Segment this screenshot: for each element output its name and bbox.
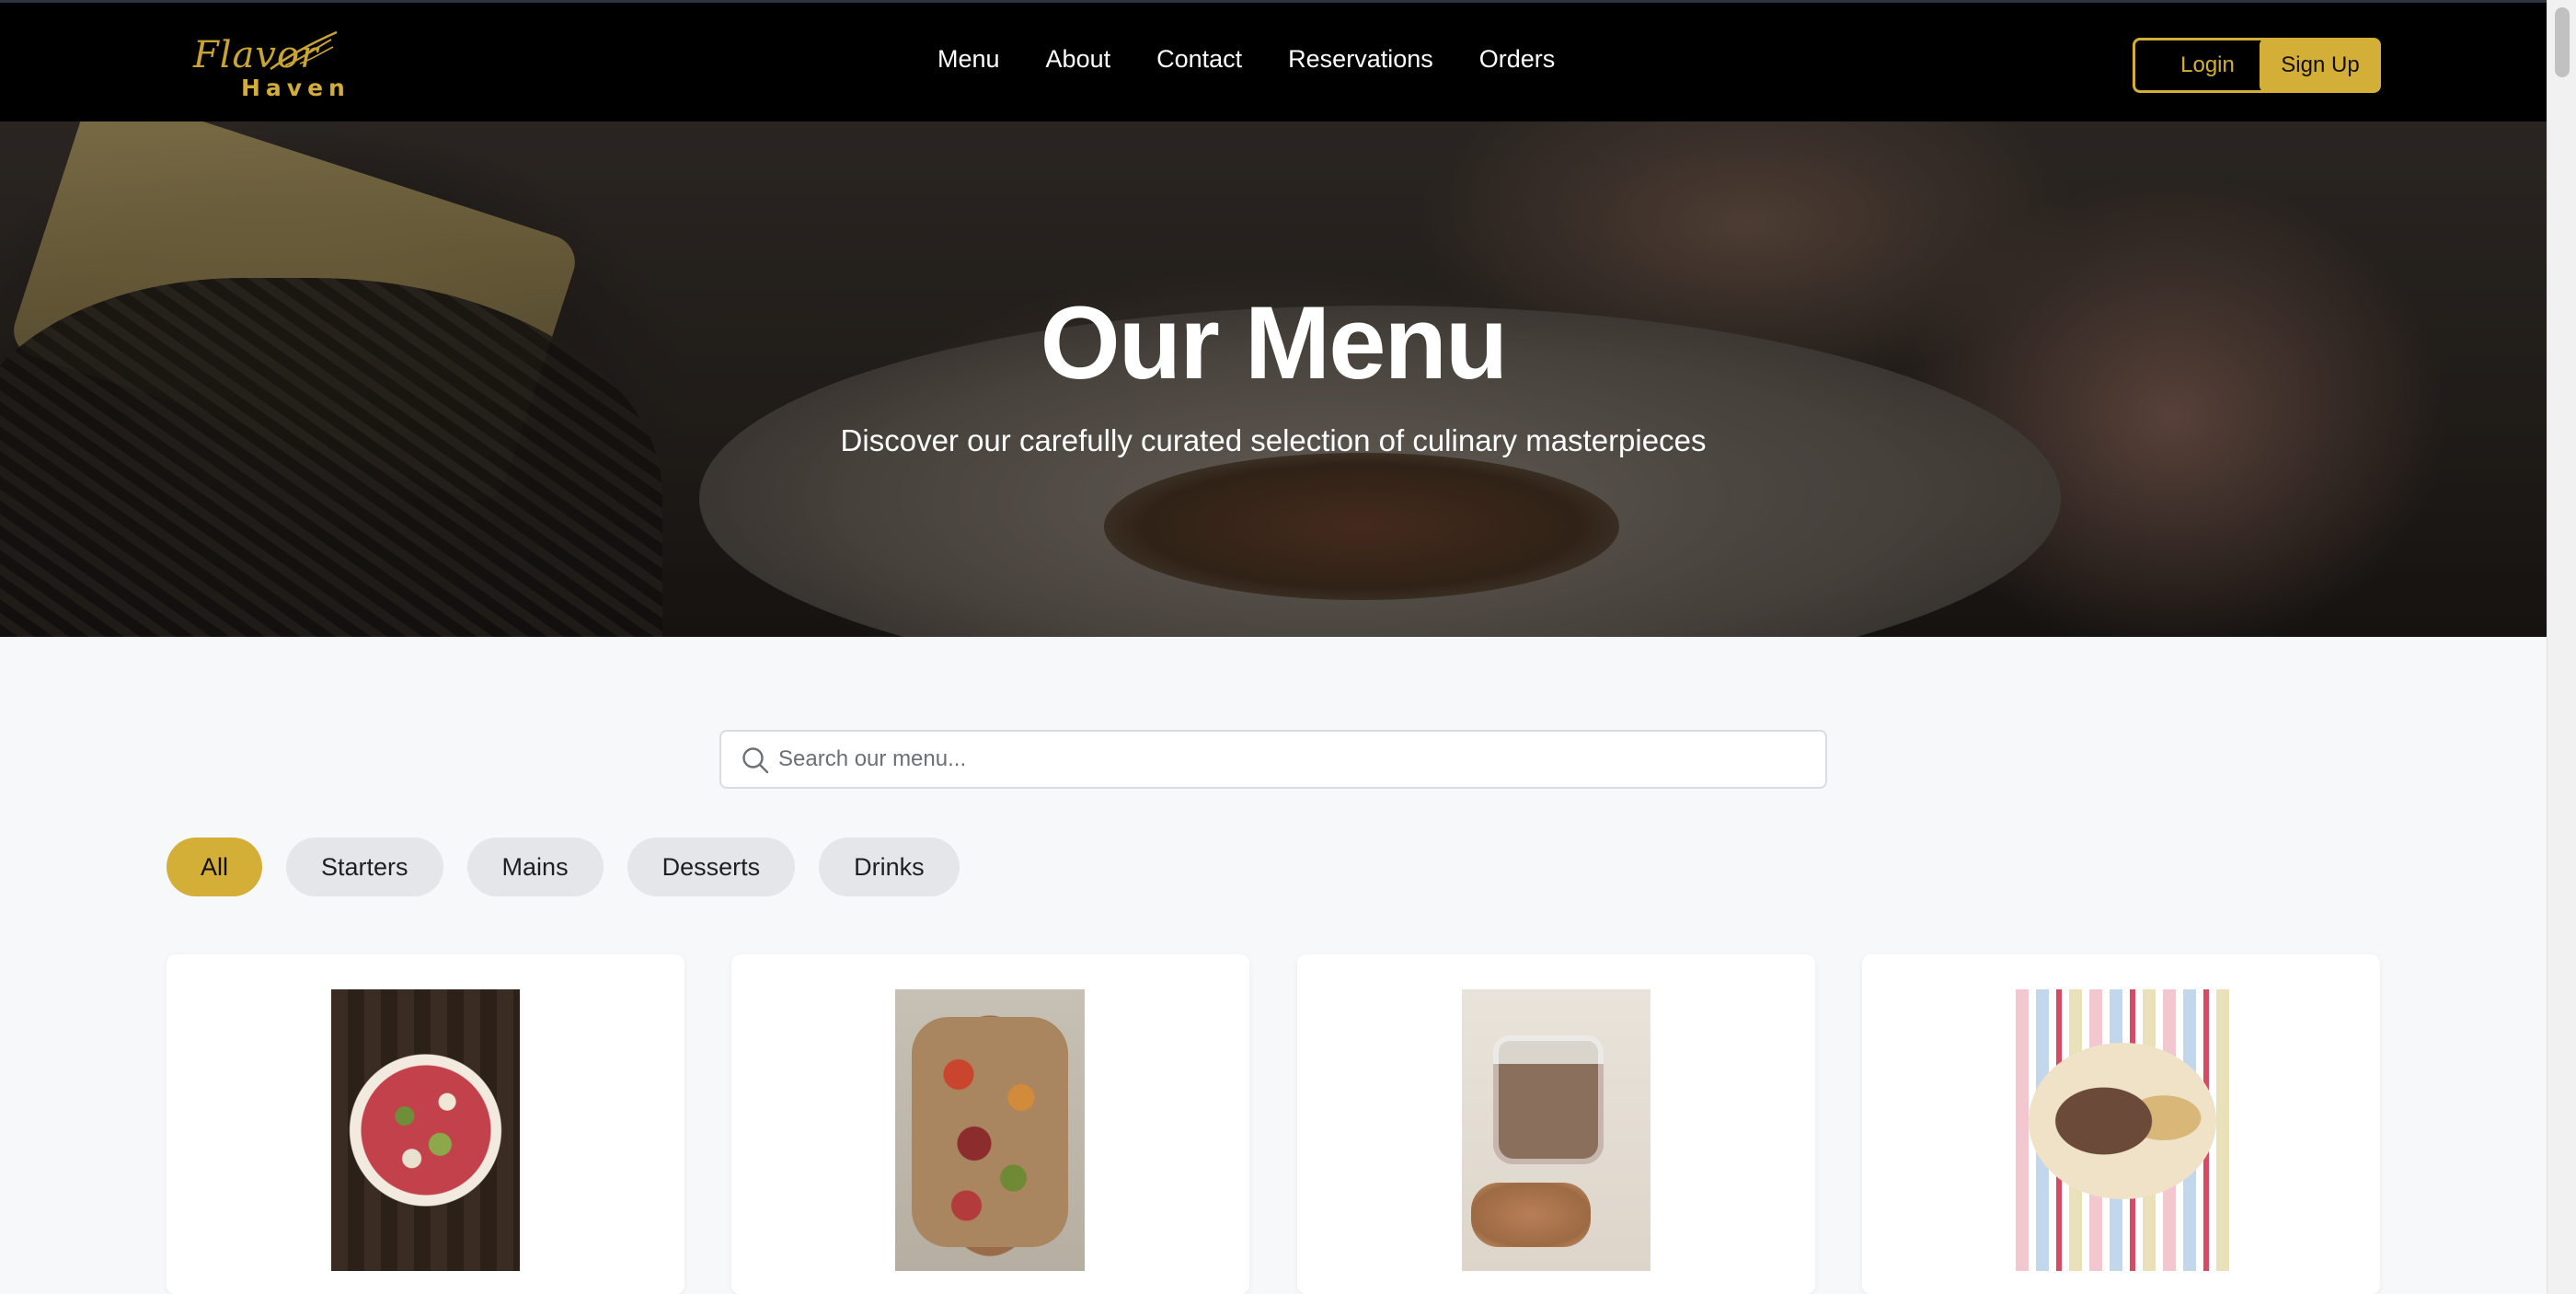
- page-subtitle: Discover our carefully curated selection…: [840, 423, 1707, 457]
- search-bar[interactable]: [719, 730, 1827, 789]
- category-filters: All Starters Mains Desserts Drinks: [167, 838, 960, 896]
- brand-logo[interactable]: Flavor Haven: [184, 27, 350, 104]
- signup-button[interactable]: Sign Up: [2260, 38, 2381, 93]
- charcuterie-board-photo: [895, 989, 1085, 1271]
- feather-icon: [270, 30, 338, 71]
- nav-link-orders[interactable]: Orders: [1479, 45, 1556, 74]
- pulled-meat-plate-photo: [2016, 989, 2229, 1271]
- page-scrollbar[interactable]: [2547, 0, 2576, 1294]
- menu-card[interactable]: [731, 954, 1249, 1294]
- menu-card[interactable]: [167, 954, 684, 1294]
- filter-starters[interactable]: Starters: [286, 838, 443, 896]
- top-navbar: Flavor Haven Menu About Contact Reservat…: [0, 0, 2547, 121]
- main-nav: Menu About Contact Reservations Orders: [937, 45, 1555, 74]
- nav-link-menu[interactable]: Menu: [937, 45, 1000, 74]
- page-title: Our Menu: [1040, 285, 1509, 400]
- filter-mains[interactable]: Mains: [466, 838, 604, 896]
- pate-jar-photo: [1462, 989, 1650, 1271]
- nav-link-contact[interactable]: Contact: [1156, 45, 1242, 74]
- nav-link-about[interactable]: About: [1046, 45, 1111, 74]
- scrollbar-thumb[interactable]: [2555, 7, 2570, 77]
- nav-link-reservations[interactable]: Reservations: [1288, 45, 1433, 74]
- search-icon: [742, 747, 769, 774]
- hero-banner: Our Menu Discover our carefully curated …: [0, 121, 2547, 637]
- menu-card[interactable]: [1297, 954, 1815, 1294]
- filter-all[interactable]: All: [167, 838, 263, 896]
- filter-desserts[interactable]: Desserts: [627, 838, 796, 896]
- search-input[interactable]: [778, 732, 1809, 787]
- menu-card[interactable]: [1862, 954, 2380, 1294]
- beef-carpaccio-photo: [331, 989, 520, 1271]
- logo-name: Haven: [241, 75, 351, 101]
- filter-drinks[interactable]: Drinks: [819, 838, 960, 896]
